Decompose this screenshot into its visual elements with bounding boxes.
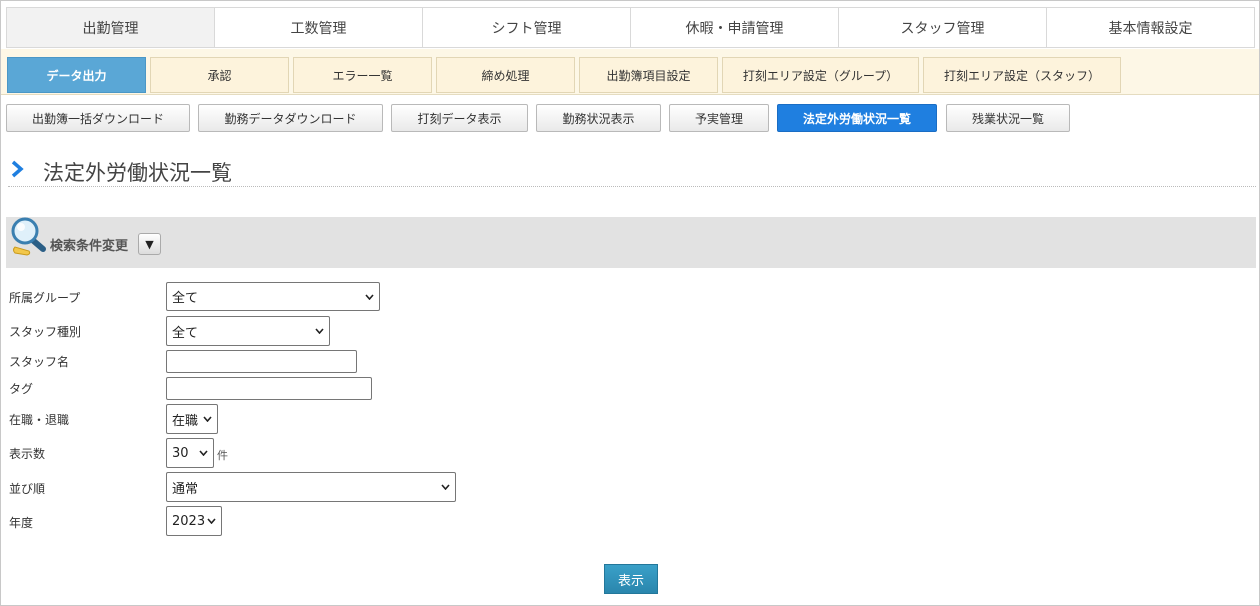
work-status-button[interactable]: 勤務状況表示 <box>536 104 661 132</box>
search-icon <box>11 217 46 256</box>
page-title: 法定外労働状況一覧 <box>43 161 232 185</box>
year-label: 年度 <box>9 516 34 530</box>
count-unit: 件 <box>217 449 228 462</box>
chevron-down-icon <box>199 450 208 456</box>
chevron-right-icon <box>11 160 24 178</box>
staff-type-label: スタッフ種別 <box>9 325 82 339</box>
overtime-list-button[interactable]: 残業状況一覧 <box>946 104 1070 132</box>
tab-man-hours[interactable]: 工数管理 <box>215 8 423 47</box>
search-toggle-button[interactable]: ▼ <box>138 233 161 255</box>
order-label: 並び順 <box>9 482 46 496</box>
count-label: 表示数 <box>9 447 46 461</box>
chevron-down-icon <box>315 328 324 334</box>
employment-label: 在職・退職 <box>9 413 70 427</box>
staff-name-input[interactable] <box>166 350 357 373</box>
search-conditions-label: 検索条件変更 <box>50 239 129 254</box>
sub-tab-stamp-area-staff[interactable]: 打刻エリア設定（スタッフ） <box>923 57 1121 93</box>
tab-staff[interactable]: スタッフ管理 <box>839 8 1047 47</box>
stamp-data-button[interactable]: 打刻データ表示 <box>391 104 528 132</box>
employment-select[interactable]: 在職 <box>166 404 218 434</box>
sub-tab-approval[interactable]: 承認 <box>150 57 289 93</box>
chevron-down-icon <box>365 293 374 300</box>
display-button[interactable]: 表示 <box>604 564 658 594</box>
triangle-down-icon: ▼ <box>145 237 154 251</box>
staff-name-label: スタッフ名 <box>9 355 70 369</box>
work-data-download-button[interactable]: 勤務データダウンロード <box>198 104 383 132</box>
year-select[interactable]: 2023 <box>166 506 222 536</box>
sub-tab-stamp-area-group[interactable]: 打刻エリア設定（グループ） <box>722 57 919 93</box>
main-nav: 出勤管理 工数管理 シフト管理 休暇・申請管理 スタッフ管理 基本情報設定 <box>6 7 1255 48</box>
sub-nav: データ出力 承認 エラー一覧 締め処理 出勤簿項目設定 打刻エリア設定（グループ… <box>1 49 1259 95</box>
sub-tab-error-list[interactable]: エラー一覧 <box>293 57 432 93</box>
tag-input[interactable] <box>166 377 372 400</box>
order-select[interactable]: 通常 <box>166 472 456 502</box>
staff-type-select[interactable]: 全て <box>166 316 330 346</box>
group-label: 所属グループ <box>9 291 81 305</box>
plan-actual-button[interactable]: 予実管理 <box>669 104 769 132</box>
tab-basic-settings[interactable]: 基本情報設定 <box>1047 8 1254 47</box>
sub-tab-closing[interactable]: 締め処理 <box>436 57 575 93</box>
group-select[interactable]: 全て <box>166 282 380 311</box>
chevron-down-icon <box>203 416 212 422</box>
tab-shift[interactable]: シフト管理 <box>423 8 631 47</box>
tag-label: タグ <box>9 382 34 396</box>
overtime-status-list-button[interactable]: 法定外労働状況一覧 <box>777 104 937 132</box>
tab-attendance[interactable]: 出勤管理 <box>7 8 215 47</box>
sub-tab-data-output[interactable]: データ出力 <box>7 57 146 93</box>
chevron-down-icon <box>441 484 450 490</box>
bulk-download-button[interactable]: 出勤簿一括ダウンロード <box>6 104 190 132</box>
count-select[interactable]: 30 <box>166 438 214 468</box>
tab-leave-requests[interactable]: 休暇・申請管理 <box>631 8 839 47</box>
chevron-down-icon <box>207 518 216 524</box>
sub-tab-attendance-items[interactable]: 出勤簿項目設定 <box>579 57 718 93</box>
page-heading: 法定外労働状況一覧 <box>8 156 1256 187</box>
search-conditions-bar: 検索条件変更 ▼ <box>6 217 1256 268</box>
